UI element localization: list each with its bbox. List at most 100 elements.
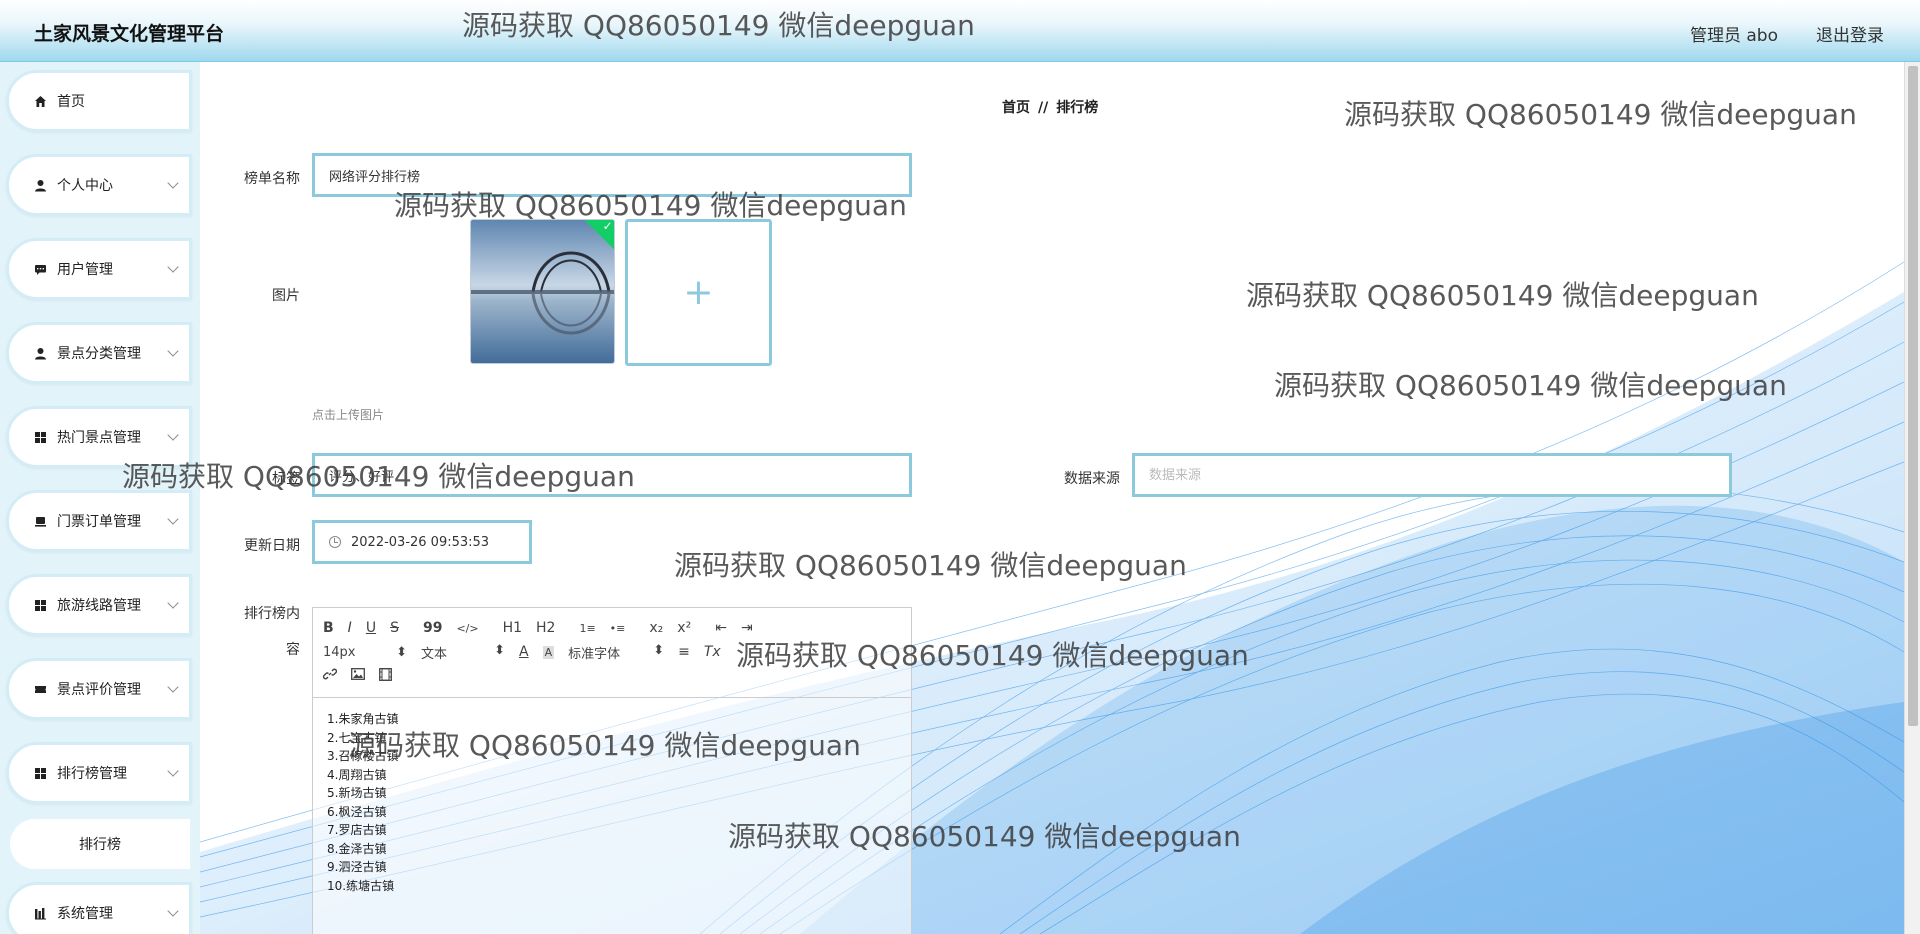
content-line: 5.新场古镇: [327, 786, 387, 800]
sidebar-item-ticket-orders[interactable]: 门票订单管理: [6, 490, 192, 552]
name-label: 榜单名称: [244, 171, 300, 187]
sidebar: 首页 个人中心 用户管理 景点分类管理 热门景点管理 门票订单管理 旅游线路管理…: [0, 62, 200, 934]
link-icon[interactable]: [322, 667, 338, 685]
align-icon[interactable]: ≡: [678, 644, 690, 660]
sidebar-item-label: 用户管理: [57, 262, 113, 278]
sidebar-item-label: 景点分类管理: [57, 346, 141, 362]
page-scrollbar[interactable]: [1904, 62, 1920, 934]
upload-add-button[interactable]: +: [625, 219, 772, 366]
italic-button[interactable]: I: [348, 620, 352, 636]
blockquote-button[interactable]: 99: [423, 620, 442, 636]
top-header: 土家风景文化管理平台 管理员 abo 退出登录: [0, 0, 1920, 62]
text-type-select[interactable]: 文本 ⬍: [421, 643, 505, 662]
breadcrumb-current: 排行榜: [1056, 100, 1099, 116]
content-line: 1.朱家角古镇: [327, 712, 399, 726]
content-label-line1: 排行榜内: [244, 606, 300, 622]
sidebar-item-label: 个人中心: [57, 178, 113, 194]
outdent-button[interactable]: ⇤: [715, 620, 727, 636]
content-line: 10.练塘古镇: [327, 878, 395, 893]
grid-icon: [33, 766, 47, 780]
background-color-icon[interactable]: A: [542, 645, 555, 659]
sidebar-item-scenic-category[interactable]: 景点分类管理: [6, 322, 192, 384]
sidebar-item-label: 门票订单管理: [57, 514, 141, 530]
editor-content[interactable]: 1.朱家角古镇 2.七宝古镇 3.召稼楼古镇 4.周翔古镇 5.新场古镇 6.枫…: [313, 698, 911, 907]
content-line: 2.七宝古镇: [327, 730, 387, 745]
font-family-value: 标准字体: [568, 646, 621, 662]
update-date-picker[interactable]: 2022-03-26 09:53:53: [312, 520, 532, 564]
sidebar-item-travel-routes[interactable]: 旅游线路管理: [6, 574, 192, 636]
heading2-button[interactable]: H2: [536, 620, 555, 636]
clear-format-icon[interactable]: Tx: [704, 644, 721, 660]
ticket-icon: [33, 514, 47, 528]
grid-icon: [33, 430, 47, 444]
home-icon: [33, 94, 47, 108]
bold-button[interactable]: B: [323, 620, 334, 636]
sidebar-item-system-management[interactable]: 系统管理: [6, 882, 192, 934]
content-line: 7.罗店古镇: [327, 823, 387, 837]
sidebar-item-personal-center[interactable]: 个人中心: [6, 154, 192, 216]
chevron-down-icon: [167, 513, 179, 525]
content-line: 8.金泽古镇: [327, 841, 387, 856]
underline-button[interactable]: U: [366, 620, 376, 636]
chart-icon: [33, 906, 47, 920]
app-title: 土家风景文化管理平台: [34, 23, 225, 45]
font-family-select[interactable]: 标准字体 ⬍: [568, 643, 664, 662]
user-icon: [33, 346, 47, 360]
font-size-select[interactable]: 14px ⬍: [323, 645, 407, 660]
text-type-value: 文本: [421, 646, 448, 662]
sidebar-item-home[interactable]: 首页: [6, 70, 192, 132]
clock-icon: [329, 536, 341, 548]
breadcrumb-home[interactable]: 首页: [1002, 100, 1030, 116]
image-icon[interactable]: [351, 668, 365, 684]
upload-tip: 点击上传图片: [312, 408, 385, 422]
bullet-list-button[interactable]: •≡: [610, 622, 626, 635]
font-color-icon[interactable]: A: [519, 644, 529, 660]
sidebar-subitem-ranking[interactable]: 排行榜: [10, 819, 190, 869]
strike-button[interactable]: S: [390, 620, 399, 636]
date-label: 更新日期: [244, 538, 300, 554]
editor-toolbar: B I U S 99 </> H1 H2 1≡ •≡ x₂ x² ⇤ ⇥ 14p…: [313, 608, 911, 698]
video-icon[interactable]: [379, 667, 392, 685]
date-value: 2022-03-26 09:53:53: [351, 534, 490, 550]
chevron-down-icon: [167, 261, 179, 273]
main-content: 首页 // 排行榜 榜单名称 图片 ✓ + 点击上传图片 标签: [200, 62, 1904, 934]
bridge-photo: [471, 220, 614, 363]
superscript-button[interactable]: x²: [677, 620, 691, 636]
select-arrow-icon: ⬍: [396, 644, 407, 660]
ranking-name-input[interactable]: [312, 153, 912, 197]
uploaded-image-thumbnail[interactable]: ✓: [470, 219, 615, 364]
scrollbar-thumb[interactable]: [1908, 66, 1918, 726]
sidebar-item-hot-scenic[interactable]: 热门景点管理: [6, 406, 192, 468]
grid-icon: [33, 598, 47, 612]
rich-text-editor[interactable]: B I U S 99 </> H1 H2 1≡ •≡ x₂ x² ⇤ ⇥ 14p…: [312, 607, 912, 934]
content-line: 3.召稼楼古镇: [327, 749, 399, 763]
content-label: 排行榜内 容: [230, 596, 300, 668]
sidebar-item-label: 排行榜管理: [57, 766, 127, 782]
tags-input[interactable]: [312, 453, 912, 497]
sidebar-item-label: 景点评价管理: [57, 682, 141, 698]
subscript-button[interactable]: x₂: [649, 620, 663, 636]
source-label: 数据来源: [1064, 471, 1120, 487]
sidebar-item-scenic-reviews[interactable]: 景点评价管理: [6, 658, 192, 720]
indent-button[interactable]: ⇥: [741, 620, 753, 636]
sidebar-item-label: 热门景点管理: [57, 430, 141, 446]
sidebar-item-ranking-management[interactable]: 排行榜管理: [6, 742, 192, 804]
data-source-input[interactable]: [1132, 453, 1732, 497]
content-line: 9.泗泾古镇: [327, 860, 387, 874]
chevron-down-icon: [167, 429, 179, 441]
sidebar-item-label: 首页: [57, 94, 85, 110]
breadcrumb-separator: //: [1038, 100, 1049, 116]
heading1-button[interactable]: H1: [503, 620, 522, 636]
breadcrumb: 首页 // 排行榜: [1002, 97, 1098, 117]
code-block-button[interactable]: </>: [456, 622, 478, 635]
image-label: 图片: [272, 288, 300, 304]
content-label-line2: 容: [286, 642, 300, 658]
toolbar-row-format: B I U S 99 </> H1 H2 1≡ •≡ x₂ x² ⇤ ⇥: [323, 616, 901, 640]
check-icon: ✓: [602, 219, 613, 234]
sidebar-item-user-management[interactable]: 用户管理: [6, 238, 192, 300]
toolbar-row-selects: 14px ⬍ 文本 ⬍ A A 标准字体 ⬍ ≡ Tx: [323, 640, 901, 664]
logout-link[interactable]: 退出登录: [1816, 21, 1884, 46]
ordered-list-button[interactable]: 1≡: [579, 622, 595, 635]
sidebar-item-label: 系统管理: [57, 906, 113, 922]
content-line: 6.枫泾古镇: [327, 804, 387, 819]
